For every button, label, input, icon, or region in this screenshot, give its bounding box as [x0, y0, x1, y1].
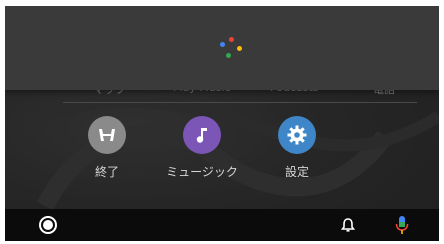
assistant-dot-red — [229, 37, 234, 42]
microphone-icon[interactable] — [393, 214, 411, 236]
app-music[interactable]: ミュージック — [157, 116, 247, 180]
assistant-dot-blue — [220, 42, 225, 47]
app-settings-label: 設定 — [284, 165, 309, 179]
music-note-icon[interactable] — [183, 116, 221, 154]
app-music-label: ミュージック — [166, 165, 238, 179]
honda-logo-icon[interactable] — [88, 116, 126, 154]
bell-icon[interactable] — [339, 216, 357, 234]
android-auto-screen: マップ Play Music Podcasts 電話 終了 ミュージ — [5, 6, 439, 241]
home-circle-icon[interactable] — [38, 215, 58, 235]
app-exit[interactable]: 終了 — [62, 116, 152, 180]
gear-icon[interactable] — [278, 116, 316, 154]
assistant-dot-yellow — [237, 46, 242, 51]
row-divider — [63, 102, 417, 103]
assistant-dot-green — [226, 53, 231, 58]
voice-assistant-overlay — [5, 6, 439, 90]
app-exit-label: 終了 — [94, 165, 119, 179]
app-settings[interactable]: 設定 — [252, 116, 342, 180]
bottom-nav-bar — [5, 209, 439, 241]
